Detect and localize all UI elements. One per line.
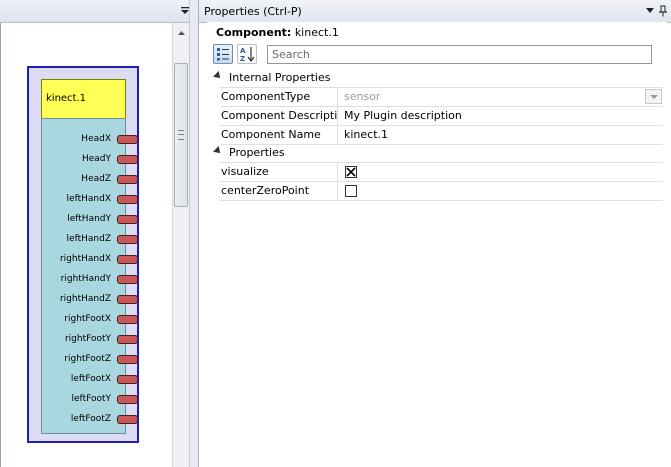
output-port[interactable] [117, 295, 138, 304]
output-port[interactable] [117, 355, 138, 364]
port-label: rightFootX [64, 314, 111, 324]
visualize-value [339, 163, 663, 181]
category-label: Properties [229, 146, 285, 159]
output-port[interactable] [117, 155, 138, 164]
categorized-view-button[interactable] [213, 44, 233, 64]
pin-icon[interactable] [658, 5, 668, 17]
scrollbar-thumb[interactable] [174, 63, 188, 207]
visualize-checkbox[interactable] [345, 166, 357, 178]
port-label: leftHandZ [66, 234, 111, 244]
port-label: rightFootZ [64, 354, 111, 364]
sort-az-icon: A Z [240, 47, 255, 63]
property-row-component-name[interactable]: Component Name kinect.1 [220, 126, 663, 145]
property-search-input[interactable] [267, 45, 652, 64]
port-label: rightFootY [64, 334, 111, 344]
internal-properties-grid: ComponentType sensor Component Descripti… [220, 87, 663, 145]
canvas-vertical-scrollbar[interactable] [172, 23, 190, 467]
property-name: visualize [220, 163, 338, 181]
port-label: HeadZ [81, 174, 111, 184]
port-label: HeadX [81, 134, 111, 144]
component-prefix-label: Component: [216, 26, 292, 39]
port-label: leftFootX [70, 374, 111, 384]
component-name-field[interactable]: kinect.1 [339, 126, 663, 144]
property-row-componenttype[interactable]: ComponentType sensor [220, 88, 663, 107]
alphabetical-sort-button[interactable]: A Z [237, 44, 257, 64]
collapse-triangle-icon[interactable] [213, 71, 223, 81]
property-row-visualize[interactable]: visualize [220, 163, 663, 182]
port-label: HeadY [81, 154, 111, 164]
centerzeropoint-checkbox[interactable] [345, 185, 357, 197]
centerzeropoint-value [339, 182, 663, 200]
properties-grid: visualize centerZeroPoint [220, 162, 663, 201]
port-label: leftFootY [71, 394, 111, 404]
grip-icon [178, 130, 184, 140]
combo-dropdown-icon[interactable] [645, 89, 662, 104]
output-port[interactable] [117, 255, 138, 264]
dropdown-arrow-icon[interactable] [646, 8, 654, 13]
property-name: Component Description [220, 107, 338, 125]
properties-pane-header: Properties (Ctrl-P) [199, 0, 671, 23]
port-label: leftFootZ [70, 414, 111, 424]
design-canvas-pane: kinect.1 HeadX HeadY HeadZ leftHandX leftHan… [0, 0, 198, 467]
port-label: rightHandX [59, 254, 111, 264]
checkmark-x-icon [346, 167, 356, 177]
component-title: kinect.1 [46, 93, 87, 104]
output-port[interactable] [117, 375, 138, 384]
component-block[interactable]: kinect.1 HeadX HeadY HeadZ leftHandX leftHan… [27, 66, 139, 443]
svg-text:Z: Z [240, 55, 245, 63]
selected-component-line: Component: kinect.1 [216, 26, 339, 39]
canvas-pane-header [0, 0, 198, 23]
category-properties[interactable]: Properties [213, 145, 663, 161]
property-name: Component Name [220, 126, 338, 144]
output-port[interactable] [117, 215, 138, 224]
categorized-view-icon [217, 48, 229, 61]
pane-splitter[interactable] [189, 0, 198, 467]
selected-component-name: kinect.1 [294, 26, 339, 39]
pane-title: Properties (Ctrl-P) [204, 5, 302, 18]
output-port[interactable] [117, 175, 138, 184]
component-title-bar[interactable]: kinect.1 [41, 79, 126, 119]
scroll-up-icon[interactable] [177, 29, 186, 38]
property-grid-panel: Component: kinect.1 A Z Search Internal … [207, 22, 667, 467]
port-label: rightHandY [60, 274, 111, 284]
collapse-triangle-icon[interactable] [213, 146, 223, 156]
category-label: Internal Properties [229, 71, 331, 84]
output-port[interactable] [117, 395, 138, 404]
property-name: centerZeroPoint [220, 182, 338, 200]
property-value: sensor [344, 90, 381, 103]
output-port[interactable] [117, 275, 138, 284]
property-name: ComponentType [220, 88, 338, 106]
category-internal-properties[interactable]: Internal Properties [213, 70, 663, 86]
component-description-field[interactable]: My Plugin description [339, 107, 663, 125]
port-label: leftHandY [67, 214, 111, 224]
output-port[interactable] [117, 235, 138, 244]
output-port[interactable] [117, 335, 138, 344]
property-row-component-description[interactable]: Component Description My Plugin descript… [220, 107, 663, 126]
component-type-select[interactable]: sensor [339, 88, 663, 106]
output-port[interactable] [117, 415, 138, 424]
port-label: leftHandX [66, 194, 111, 204]
svg-text:A: A [240, 47, 246, 55]
property-row-centerzeropoint[interactable]: centerZeroPoint [220, 182, 663, 201]
properties-pane: Properties (Ctrl-P) Component: kinect.1 [198, 0, 671, 467]
design-canvas[interactable]: kinect.1 HeadX HeadY HeadZ leftHandX leftHan… [0, 23, 173, 467]
port-label: rightHandZ [59, 294, 111, 304]
output-port[interactable] [117, 135, 138, 144]
output-port[interactable] [117, 315, 138, 324]
output-port[interactable] [117, 195, 138, 204]
